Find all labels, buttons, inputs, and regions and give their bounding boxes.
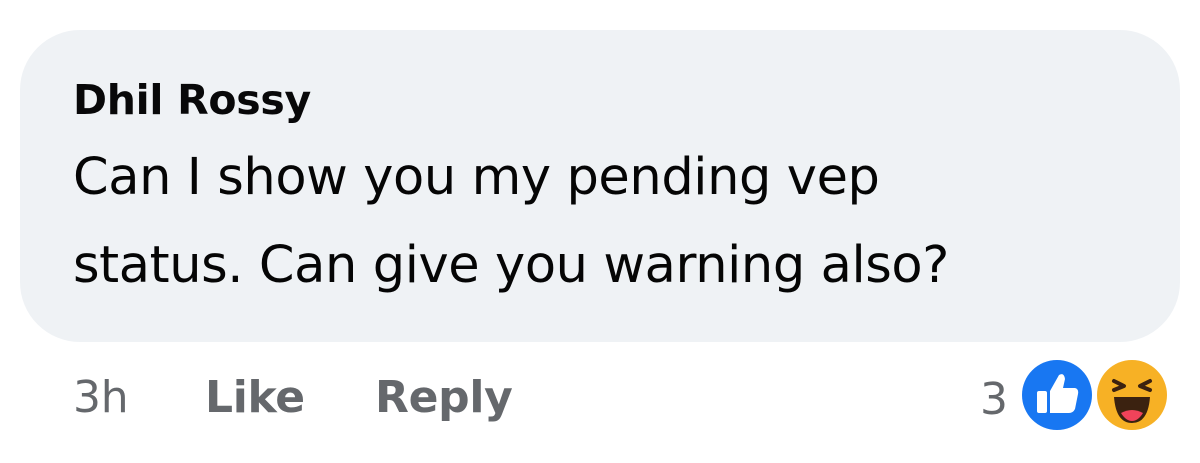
comment-text-line: Can I show you my pending vep bbox=[73, 148, 880, 207]
reaction-count[interactable]: 3 bbox=[980, 374, 1008, 425]
like-button[interactable]: Like bbox=[205, 372, 305, 423]
reply-button[interactable]: Reply bbox=[375, 372, 513, 423]
comment-container: Dhil Rossy Can I show you my pending vep… bbox=[0, 0, 1200, 463]
like-icon[interactable] bbox=[1015, 353, 1099, 437]
comment-text-line: status. Can give you warning also? bbox=[73, 236, 949, 295]
comment-author-name[interactable]: Dhil Rossy bbox=[73, 76, 311, 124]
comment-timestamp[interactable]: 3h bbox=[73, 372, 129, 423]
haha-icon[interactable] bbox=[1090, 353, 1174, 437]
